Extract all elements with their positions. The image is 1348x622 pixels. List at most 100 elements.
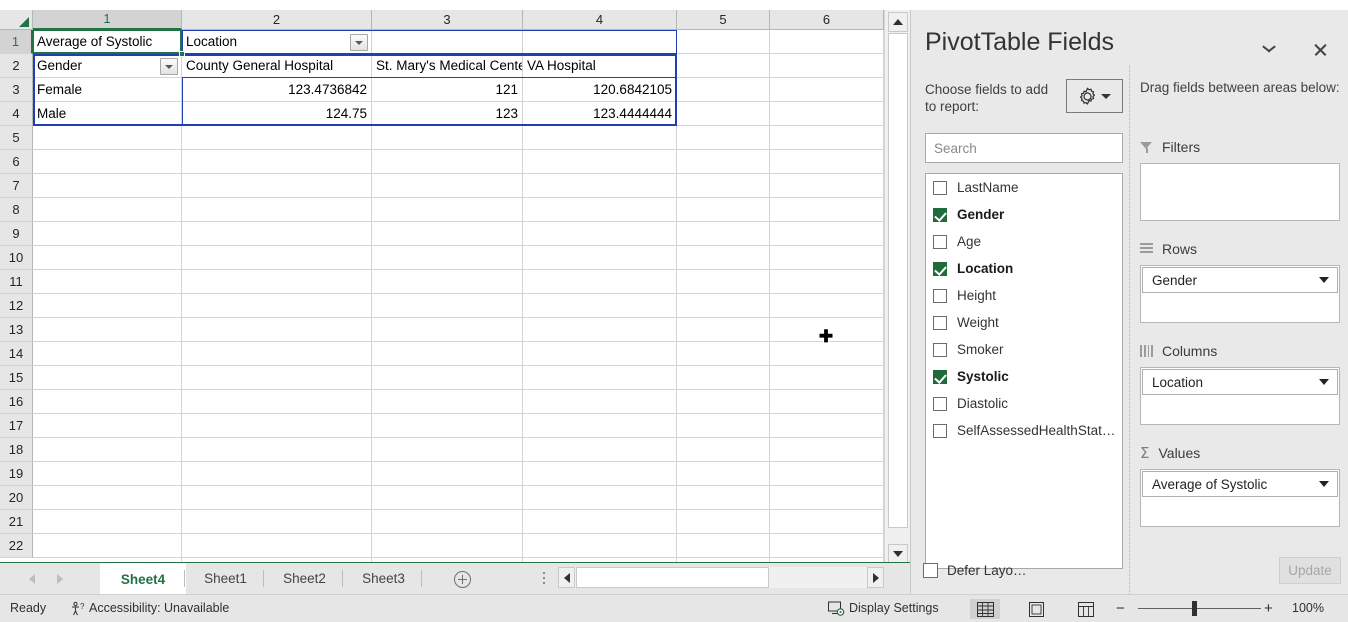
values-field-chip[interactable]: Average of Systolic <box>1142 471 1338 497</box>
page-layout-view-button[interactable] <box>1021 599 1051 619</box>
column-header-6[interactable]: 6 <box>770 10 884 30</box>
row-header-6[interactable]: 6 <box>0 150 33 174</box>
fill-handle[interactable] <box>179 51 185 57</box>
sheet-tab-sheet1[interactable]: Sheet1 <box>186 563 265 595</box>
row-header-10[interactable]: 10 <box>0 246 33 270</box>
cell-r4c1[interactable]: Male <box>33 102 181 125</box>
chip-caret-down-icon[interactable] <box>1319 379 1329 385</box>
row-header-9[interactable]: 9 <box>0 222 33 246</box>
rows-drop-zone[interactable]: Gender <box>1140 265 1340 323</box>
select-all-corner[interactable] <box>0 10 33 30</box>
row-header-5[interactable]: 5 <box>0 126 33 150</box>
columns-field-chip[interactable]: Location <box>1142 369 1338 395</box>
filters-drop-zone[interactable] <box>1140 163 1340 221</box>
row-header-20[interactable]: 20 <box>0 486 33 510</box>
column-header-4[interactable]: 4 <box>523 10 677 30</box>
cell-r1c2[interactable]: Location <box>182 30 371 53</box>
field-item-systolic[interactable]: Systolic <box>926 363 1122 390</box>
row-header-17[interactable]: 17 <box>0 414 33 438</box>
normal-view-button[interactable] <box>970 599 1000 619</box>
field-checkbox[interactable] <box>933 288 947 303</box>
row-header-3[interactable]: 3 <box>0 78 33 102</box>
field-item-smoker[interactable]: Smoker <box>926 336 1122 363</box>
cell-r3c4[interactable]: 120.6842105 <box>523 78 676 101</box>
column-header-2[interactable]: 2 <box>182 10 372 30</box>
row-header-8[interactable]: 8 <box>0 198 33 222</box>
cell-r3c3[interactable]: 121 <box>372 78 522 101</box>
cell-r2c2[interactable]: County General Hospital <box>182 54 371 77</box>
defer-layout-checkbox[interactable] <box>923 563 938 578</box>
field-item-age[interactable]: Age <box>926 228 1122 255</box>
field-item-lastname[interactable]: LastName <box>926 174 1122 201</box>
field-item-selfassessedhealthstat[interactable]: SelfAssessedHealthStat… <box>926 417 1122 444</box>
tab-grip-handle[interactable] <box>543 572 546 586</box>
next-sheet-button[interactable] <box>52 571 68 587</box>
row-header-4[interactable]: 4 <box>0 102 33 126</box>
rows-field-chip[interactable]: Gender <box>1142 267 1338 293</box>
vertical-scroll-thumb[interactable] <box>888 33 908 528</box>
field-list-settings-button[interactable] <box>1066 79 1123 113</box>
columns-drop-zone[interactable]: Location <box>1140 367 1340 425</box>
row-header-1[interactable]: 1 <box>0 30 33 54</box>
vertical-scrollbar[interactable] <box>884 10 910 566</box>
gender-filter-button[interactable] <box>160 58 178 75</box>
location-filter-button[interactable] <box>350 34 368 51</box>
prev-sheet-button[interactable] <box>24 571 40 587</box>
scroll-right-button[interactable] <box>867 567 884 588</box>
chip-caret-down-icon[interactable] <box>1319 277 1329 283</box>
column-headers[interactable]: 123456 <box>33 10 884 30</box>
cell-r4c2[interactable]: 124.75 <box>182 102 371 125</box>
field-checkbox[interactable] <box>933 369 947 384</box>
cell-r4c3[interactable]: 123 <box>372 102 522 125</box>
filters-area[interactable]: Filters <box>1140 138 1340 221</box>
chip-caret-down-icon[interactable] <box>1319 481 1329 487</box>
row-header-13[interactable]: 13 <box>0 318 33 342</box>
spreadsheet-grid[interactable]: 123456 1 2 3 4 5 6 7 8 9 10 11 12 13 14 15 16 17 18 19 20 21… <box>0 10 910 566</box>
sheet-tab-sheet4[interactable]: Sheet4 <box>100 563 186 595</box>
horizontal-scroll-thumb[interactable] <box>576 567 769 588</box>
row-header-18[interactable]: 18 <box>0 438 33 462</box>
row-header-14[interactable]: 14 <box>0 342 33 366</box>
row-header-21[interactable]: 21 <box>0 510 33 534</box>
field-checkbox[interactable] <box>933 234 947 249</box>
field-item-height[interactable]: Height <box>926 282 1122 309</box>
column-header-1[interactable]: 1 <box>33 10 182 30</box>
rows-area[interactable]: Rows Gender <box>1140 240 1340 323</box>
field-checkbox[interactable] <box>933 423 947 438</box>
cell-r3c1[interactable]: Female <box>33 78 181 101</box>
field-checkbox[interactable] <box>933 315 947 330</box>
values-area[interactable]: Σ Values Average of Systolic <box>1140 444 1340 527</box>
field-checkbox[interactable] <box>933 342 947 357</box>
cell-r1c1[interactable]: Average of Systolic <box>33 30 181 53</box>
column-header-5[interactable]: 5 <box>677 10 770 30</box>
values-drop-zone[interactable]: Average of Systolic <box>1140 469 1340 527</box>
zoom-in-button[interactable]: + <box>1264 600 1273 617</box>
page-break-preview-button[interactable] <box>1071 599 1101 619</box>
cell-r2c3[interactable]: St. Mary's Medical Center <box>372 54 522 77</box>
field-checkbox[interactable] <box>933 396 947 411</box>
search-box[interactable] <box>925 133 1123 163</box>
field-checkbox[interactable] <box>933 180 947 195</box>
row-header-19[interactable]: 19 <box>0 462 33 486</box>
horizontal-scrollbar[interactable] <box>558 567 884 588</box>
zoom-slider-track[interactable] <box>1138 608 1261 609</box>
zoom-slider-thumb[interactable] <box>1192 601 1197 616</box>
cell-r3c2[interactable]: 123.4736842 <box>182 78 371 101</box>
row-headers[interactable]: 1 2 3 4 5 6 7 8 9 10 11 12 13 14 15 16 17 18 19 20 21 22 <box>0 30 33 566</box>
scroll-left-button[interactable] <box>558 567 575 588</box>
field-item-weight[interactable]: Weight <box>926 309 1122 336</box>
collapse-panel-button[interactable] <box>1255 35 1283 63</box>
column-header-3[interactable]: 3 <box>372 10 523 30</box>
sheet-tab-sheet3[interactable]: Sheet3 <box>344 563 423 595</box>
field-item-gender[interactable]: Gender <box>926 201 1122 228</box>
field-item-location[interactable]: Location <box>926 255 1122 282</box>
row-header-11[interactable]: 11 <box>0 270 33 294</box>
cell-r2c4[interactable]: VA Hospital <box>523 54 676 77</box>
row-header-16[interactable]: 16 <box>0 390 33 414</box>
scroll-up-button[interactable] <box>888 12 908 32</box>
field-item-diastolic[interactable]: Diastolic <box>926 390 1122 417</box>
row-header-15[interactable]: 15 <box>0 366 33 390</box>
field-checkbox[interactable] <box>933 207 947 222</box>
scroll-down-button[interactable] <box>888 544 908 564</box>
row-header-12[interactable]: 12 <box>0 294 33 318</box>
